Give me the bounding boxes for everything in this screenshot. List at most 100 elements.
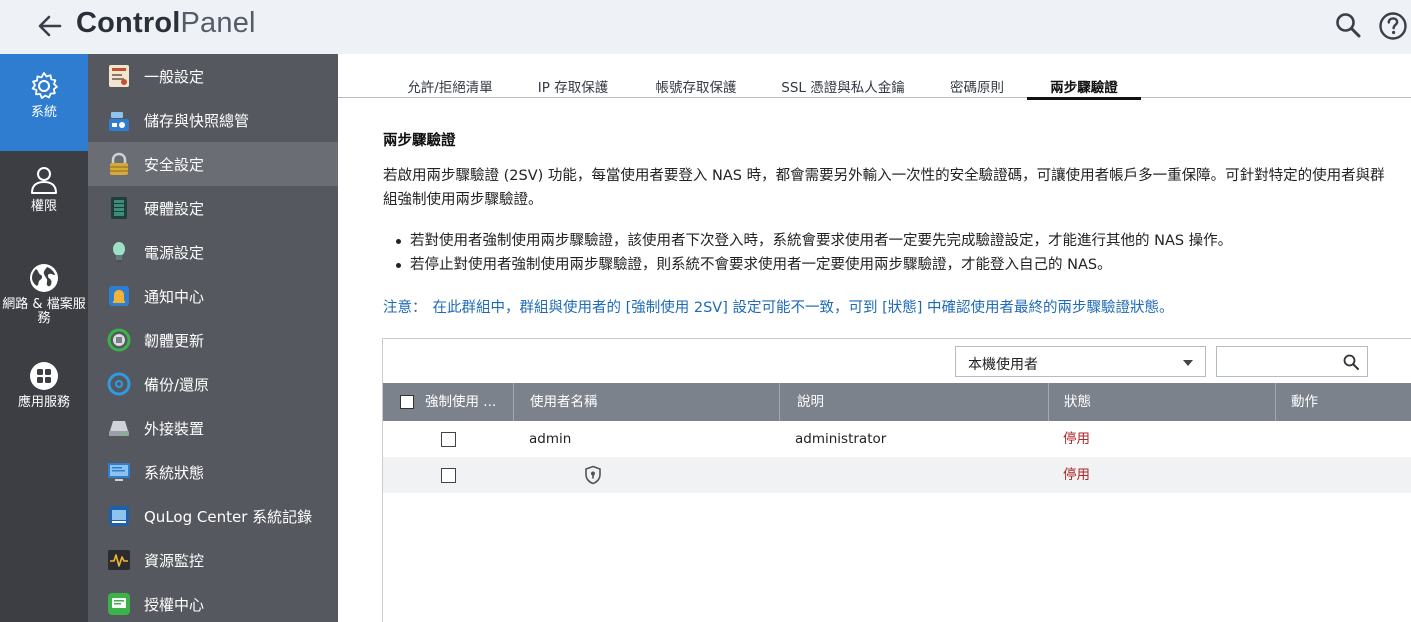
select-all-checkbox[interactable] [400, 395, 414, 409]
main-content: 允許/拒絕清單 IP 存取保護 帳號存取保護 SSL 憑證與私人金鑰 密碼原則 … [338, 54, 1411, 622]
globe-icon [30, 264, 58, 292]
notification-icon [109, 286, 129, 306]
sidebar-label: QuLog Center 系統記錄 [144, 508, 313, 526]
rail-item-apps[interactable]: 應用服務 [0, 360, 88, 430]
column-header-status[interactable]: 狀態 [1064, 383, 1091, 421]
sidebar-item-resource[interactable]: 資源監控 [88, 538, 338, 582]
column-divider[interactable] [779, 383, 780, 421]
bullet-item: 若停止對使用者強制使用兩步驟驗證，則系統不會要求使用者一定要使用兩步驟驗證，才能… [396, 253, 1232, 277]
sidebar-item-power[interactable]: 電源設定 [88, 230, 338, 274]
sidebar-label: 韌體更新 [144, 332, 205, 350]
sidebar-item-firmware[interactable]: 韌體更新 [88, 318, 338, 362]
note-text: 注意： 在此群組中，群組與使用者的 [強制使用 2SV] 設定可能不一致，可到 [… [383, 296, 1174, 317]
sidebar-item-external[interactable]: 外接裝置 [88, 406, 338, 450]
sidebar-label: 一般設定 [144, 68, 205, 86]
column-header-action[interactable]: 動作 [1291, 383, 1318, 421]
power-bulb-icon [113, 242, 125, 262]
external-device-icon [109, 421, 129, 436]
column-divider[interactable] [513, 383, 514, 421]
user-icon [31, 167, 57, 194]
firmware-update-icon [107, 328, 131, 352]
shield-icon [585, 465, 601, 485]
lock-icon [110, 152, 128, 175]
info-bullets: 若對使用者強制使用兩步驟驗證，該使用者下次登入時，系統會要求使用者一定要先完成驗… [396, 229, 1232, 277]
note-label: 注意： [383, 300, 427, 316]
tab-2-step-verification[interactable]: 兩步驟驗證 [1027, 76, 1141, 100]
sidebar-label: 安全設定 [144, 156, 205, 174]
table-header: 強制使用 ... 使用者名稱 說明 狀態 動作 [383, 383, 1411, 421]
sidebar-label: 電源設定 [144, 244, 205, 262]
app-title: ControlPanel [76, 7, 256, 40]
license-icon [108, 593, 130, 615]
app-title-light: Panel [180, 7, 256, 39]
app-title-bold: Control [76, 7, 181, 39]
rail-item-system[interactable]: 系統 [0, 54, 88, 151]
sidebar-item-notification[interactable]: 通知中心 [88, 274, 338, 318]
sidebar-label: 儲存與快照總管 [144, 112, 250, 130]
description-cell: administrator [795, 431, 887, 447]
description-paragraph: 若啟用兩步驟驗證 (2SV) 功能，每當使用者要登入 NAS 時，都會需要另外輸… [383, 168, 1385, 208]
rail-item-network[interactable]: 網路 & 檔案服務 [0, 262, 88, 342]
search-icon[interactable] [1334, 11, 1362, 39]
enforce-2sv-checkbox[interactable] [441, 432, 456, 447]
sidebar-item-backup[interactable]: 備份/還原 [88, 362, 338, 406]
enforce-2sv-checkbox[interactable] [441, 468, 456, 483]
rail-item-privilege[interactable]: 權限 [0, 164, 88, 234]
user-table-panel: 本機使用者 強制使用 ... 使用者名稱 說明 狀態 動作 admin admi… [382, 338, 1411, 622]
sidebar-item-license[interactable]: 授權中心 [88, 582, 338, 622]
general-settings-icon [109, 65, 129, 87]
sidebar-label: 備份/還原 [144, 376, 210, 394]
tab-bar: 允許/拒絕清單 IP 存取保護 帳號存取保護 SSL 憑證與私人金鑰 密碼原則 … [338, 76, 1411, 100]
back-arrow-icon[interactable] [36, 12, 64, 40]
table-row[interactable]: 停用 [383, 457, 1411, 493]
tab-password-policy[interactable]: 密碼原則 [948, 76, 1006, 98]
column-divider[interactable] [1275, 383, 1276, 421]
rail-label-privilege: 權限 [30, 199, 57, 214]
search-icon[interactable] [1342, 353, 1360, 371]
system-status-icon [108, 463, 130, 481]
status-cell: 停用 [1063, 431, 1090, 447]
sidebar-label: 硬體設定 [144, 200, 205, 218]
sidebar-item-qulog[interactable]: QuLog Center 系統記錄 [88, 494, 338, 538]
chevron-down-icon [1183, 360, 1193, 366]
table-search-input[interactable] [1216, 346, 1368, 377]
column-divider[interactable] [1048, 383, 1049, 421]
user-type-dropdown[interactable]: 本機使用者 [955, 346, 1206, 377]
rail-label-apps: 應用服務 [17, 395, 70, 410]
sidebar-item-security[interactable]: 安全設定 [88, 142, 338, 186]
user-type-dropdown-value: 本機使用者 [968, 357, 1038, 373]
bullet-item: 若對使用者強制使用兩步驟驗證，該使用者下次登入時，系統會要求使用者一定要先完成驗… [396, 229, 1232, 253]
sidebar-label: 通知中心 [144, 288, 205, 306]
sidebar-item-storage[interactable]: 儲存與快照總管 [88, 98, 338, 142]
sidebar-item-status[interactable]: 系統狀態 [88, 450, 338, 494]
qulog-icon [109, 506, 129, 526]
hardware-icon [111, 197, 127, 219]
sidebar-label: 系統狀態 [144, 464, 205, 482]
column-header-description[interactable]: 說明 [797, 383, 824, 421]
username-cell: admin [529, 431, 572, 447]
tab-ssl-certificate[interactable]: SSL 憑證與私人金鑰 [780, 76, 906, 98]
rail-label-network: 網路 & 檔案服務 [2, 297, 86, 326]
storage-icon [109, 112, 129, 131]
backup-icon [107, 372, 131, 396]
resource-monitor-icon [108, 550, 130, 570]
note-body: 在此群組中，群組與使用者的 [強制使用 2SV] 設定可能不一致，可到 [狀態]… [432, 300, 1174, 316]
apps-grid-icon [30, 362, 58, 390]
sidebar-label: 資源監控 [144, 552, 205, 570]
system-sidebar: 一般設定 儲存與快照總管 安全設定 硬體設定 電源設定 通知中心 韌體更新 備份… [88, 54, 338, 622]
category-rail: 系統 權限 網路 & 檔案服務 應用服務 [0, 54, 88, 622]
column-header-enforce[interactable]: 強制使用 ... [425, 383, 496, 421]
status-cell: 停用 [1063, 467, 1090, 483]
gear-icon [31, 72, 58, 99]
help-icon[interactable] [1378, 11, 1408, 41]
sidebar-item-hardware[interactable]: 硬體設定 [88, 186, 338, 230]
column-header-username[interactable]: 使用者名稱 [530, 383, 598, 421]
tab-allow-deny-list[interactable]: 允許/拒絕清單 [404, 76, 496, 98]
tab-account-access-protection[interactable]: 帳號存取保護 [653, 76, 739, 98]
sidebar-item-general[interactable]: 一般設定 [88, 54, 338, 98]
tab-ip-access-protection[interactable]: IP 存取保護 [536, 76, 610, 98]
sidebar-label: 外接裝置 [144, 420, 205, 438]
sidebar-label: 授權中心 [144, 596, 205, 614]
top-header: ControlPanel [0, 0, 1411, 54]
table-row[interactable]: admin administrator 停用 [383, 421, 1411, 457]
